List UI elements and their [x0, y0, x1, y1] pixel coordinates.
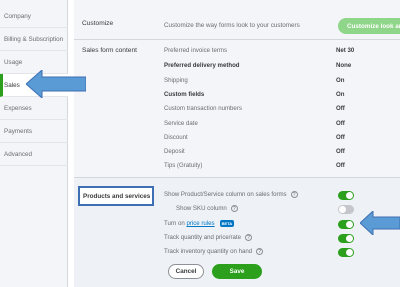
- sidebar-item-label: Usage: [4, 58, 23, 66]
- show-sku-column-label: Show SKU column?: [176, 205, 238, 212]
- custom-transaction-numbers-label: Custom transaction numbers: [164, 105, 242, 112]
- track-inventory-quantity-toggle[interactable]: [338, 248, 354, 257]
- track-quantity-price-toggle[interactable]: [338, 234, 354, 243]
- products-services-title: Products and services: [78, 186, 154, 206]
- service-date-value: Off: [336, 120, 345, 127]
- settings-sidebar: Company Billing & Subscription Usage Sal…: [0, 0, 68, 287]
- service-date-label: Service date: [164, 120, 198, 127]
- sidebar-item-expenses[interactable]: Expenses: [0, 97, 68, 120]
- sidebar-item-label: Advanced: [4, 150, 33, 158]
- preferred-invoice-terms-value: Net 30: [336, 47, 355, 54]
- show-sku-column-toggle[interactable]: [338, 205, 354, 214]
- deposit-label: Deposit: [164, 148, 185, 155]
- customize-title: Customize: [82, 20, 114, 27]
- track-quantity-price-text: Track quantity and price/rate: [164, 234, 241, 242]
- track-quantity-price-label: Track quantity and price/rate?: [164, 234, 252, 241]
- price-rules-label: Turn on price rules BETA: [164, 220, 235, 228]
- discount-label: Discount: [164, 134, 188, 141]
- help-icon[interactable]: ?: [245, 234, 252, 241]
- products-services-title-text: Products and services: [83, 192, 151, 200]
- turn-on-text: Turn on: [164, 220, 185, 228]
- sidebar-item-billing[interactable]: Billing & Subscription: [0, 28, 68, 51]
- preferred-invoice-terms-label: Preferred invoice terms: [164, 47, 227, 54]
- preferred-delivery-method-label: Preferred delivery method: [164, 62, 240, 69]
- sidebar-item-label: Expenses: [4, 104, 32, 112]
- track-inventory-quantity-label: Track inventory quantity on hand?: [164, 248, 264, 256]
- beta-badge: BETA: [219, 220, 235, 227]
- show-product-service-column-label: Show Product/Service column on sales for…: [164, 191, 298, 198]
- discount-value: Off: [336, 134, 345, 141]
- shipping-label: Shipping: [164, 77, 188, 84]
- deposit-value: Off: [336, 148, 345, 155]
- sidebar-item-payments[interactable]: Payments: [0, 120, 68, 143]
- cancel-button[interactable]: Cancel: [168, 264, 204, 279]
- save-button[interactable]: Save: [212, 264, 262, 279]
- sidebar-item-company[interactable]: Company: [0, 5, 68, 28]
- sidebar-item-label: Billing & Subscription: [4, 35, 64, 43]
- custom-fields-value: On: [336, 91, 345, 98]
- shipping-value: On: [336, 77, 345, 84]
- customize-look-button[interactable]: Customize look and: [338, 18, 400, 34]
- sidebar-item-label: Company: [4, 12, 31, 20]
- annotation-arrow-left-icon: [360, 211, 400, 235]
- sales-form-content-title: Sales form content: [82, 47, 137, 54]
- custom-fields-label: Custom fields: [164, 91, 205, 98]
- help-icon[interactable]: ?: [290, 191, 298, 198]
- track-inventory-quantity-text: Track inventory quantity on hand: [164, 248, 253, 256]
- preferred-delivery-method-value: None: [336, 62, 352, 69]
- custom-transaction-numbers-value: Off: [336, 105, 345, 112]
- sidebar-item-label: Sales: [4, 81, 20, 89]
- price-rules-link[interactable]: price rules: [186, 220, 214, 227]
- show-sku-column-text: Show SKU column: [176, 205, 227, 213]
- tips-gratuity-label: Tips (Gratuity): [164, 162, 203, 169]
- sales-form-content-section[interactable]: Sales form content Preferred invoice ter…: [74, 40, 400, 178]
- sidebar-item-advanced[interactable]: Advanced: [0, 143, 68, 166]
- show-product-service-column-toggle[interactable]: [338, 191, 354, 200]
- sidebar-item-label: Payments: [4, 127, 32, 135]
- customize-section[interactable]: Customize Customize the way forms look t…: [74, 0, 400, 40]
- help-icon[interactable]: ?: [230, 205, 238, 212]
- customize-description: Customize the way forms look to your cus…: [164, 22, 300, 29]
- settings-main: Customize Customize the way forms look t…: [74, 0, 400, 287]
- tips-gratuity-value: Off: [336, 162, 345, 169]
- price-rules-toggle[interactable]: [338, 220, 354, 229]
- annotation-arrow-left-icon: [26, 70, 86, 98]
- help-icon[interactable]: ?: [256, 248, 264, 255]
- show-product-service-column-text: Show Product/Service column on sales for…: [164, 191, 287, 199]
